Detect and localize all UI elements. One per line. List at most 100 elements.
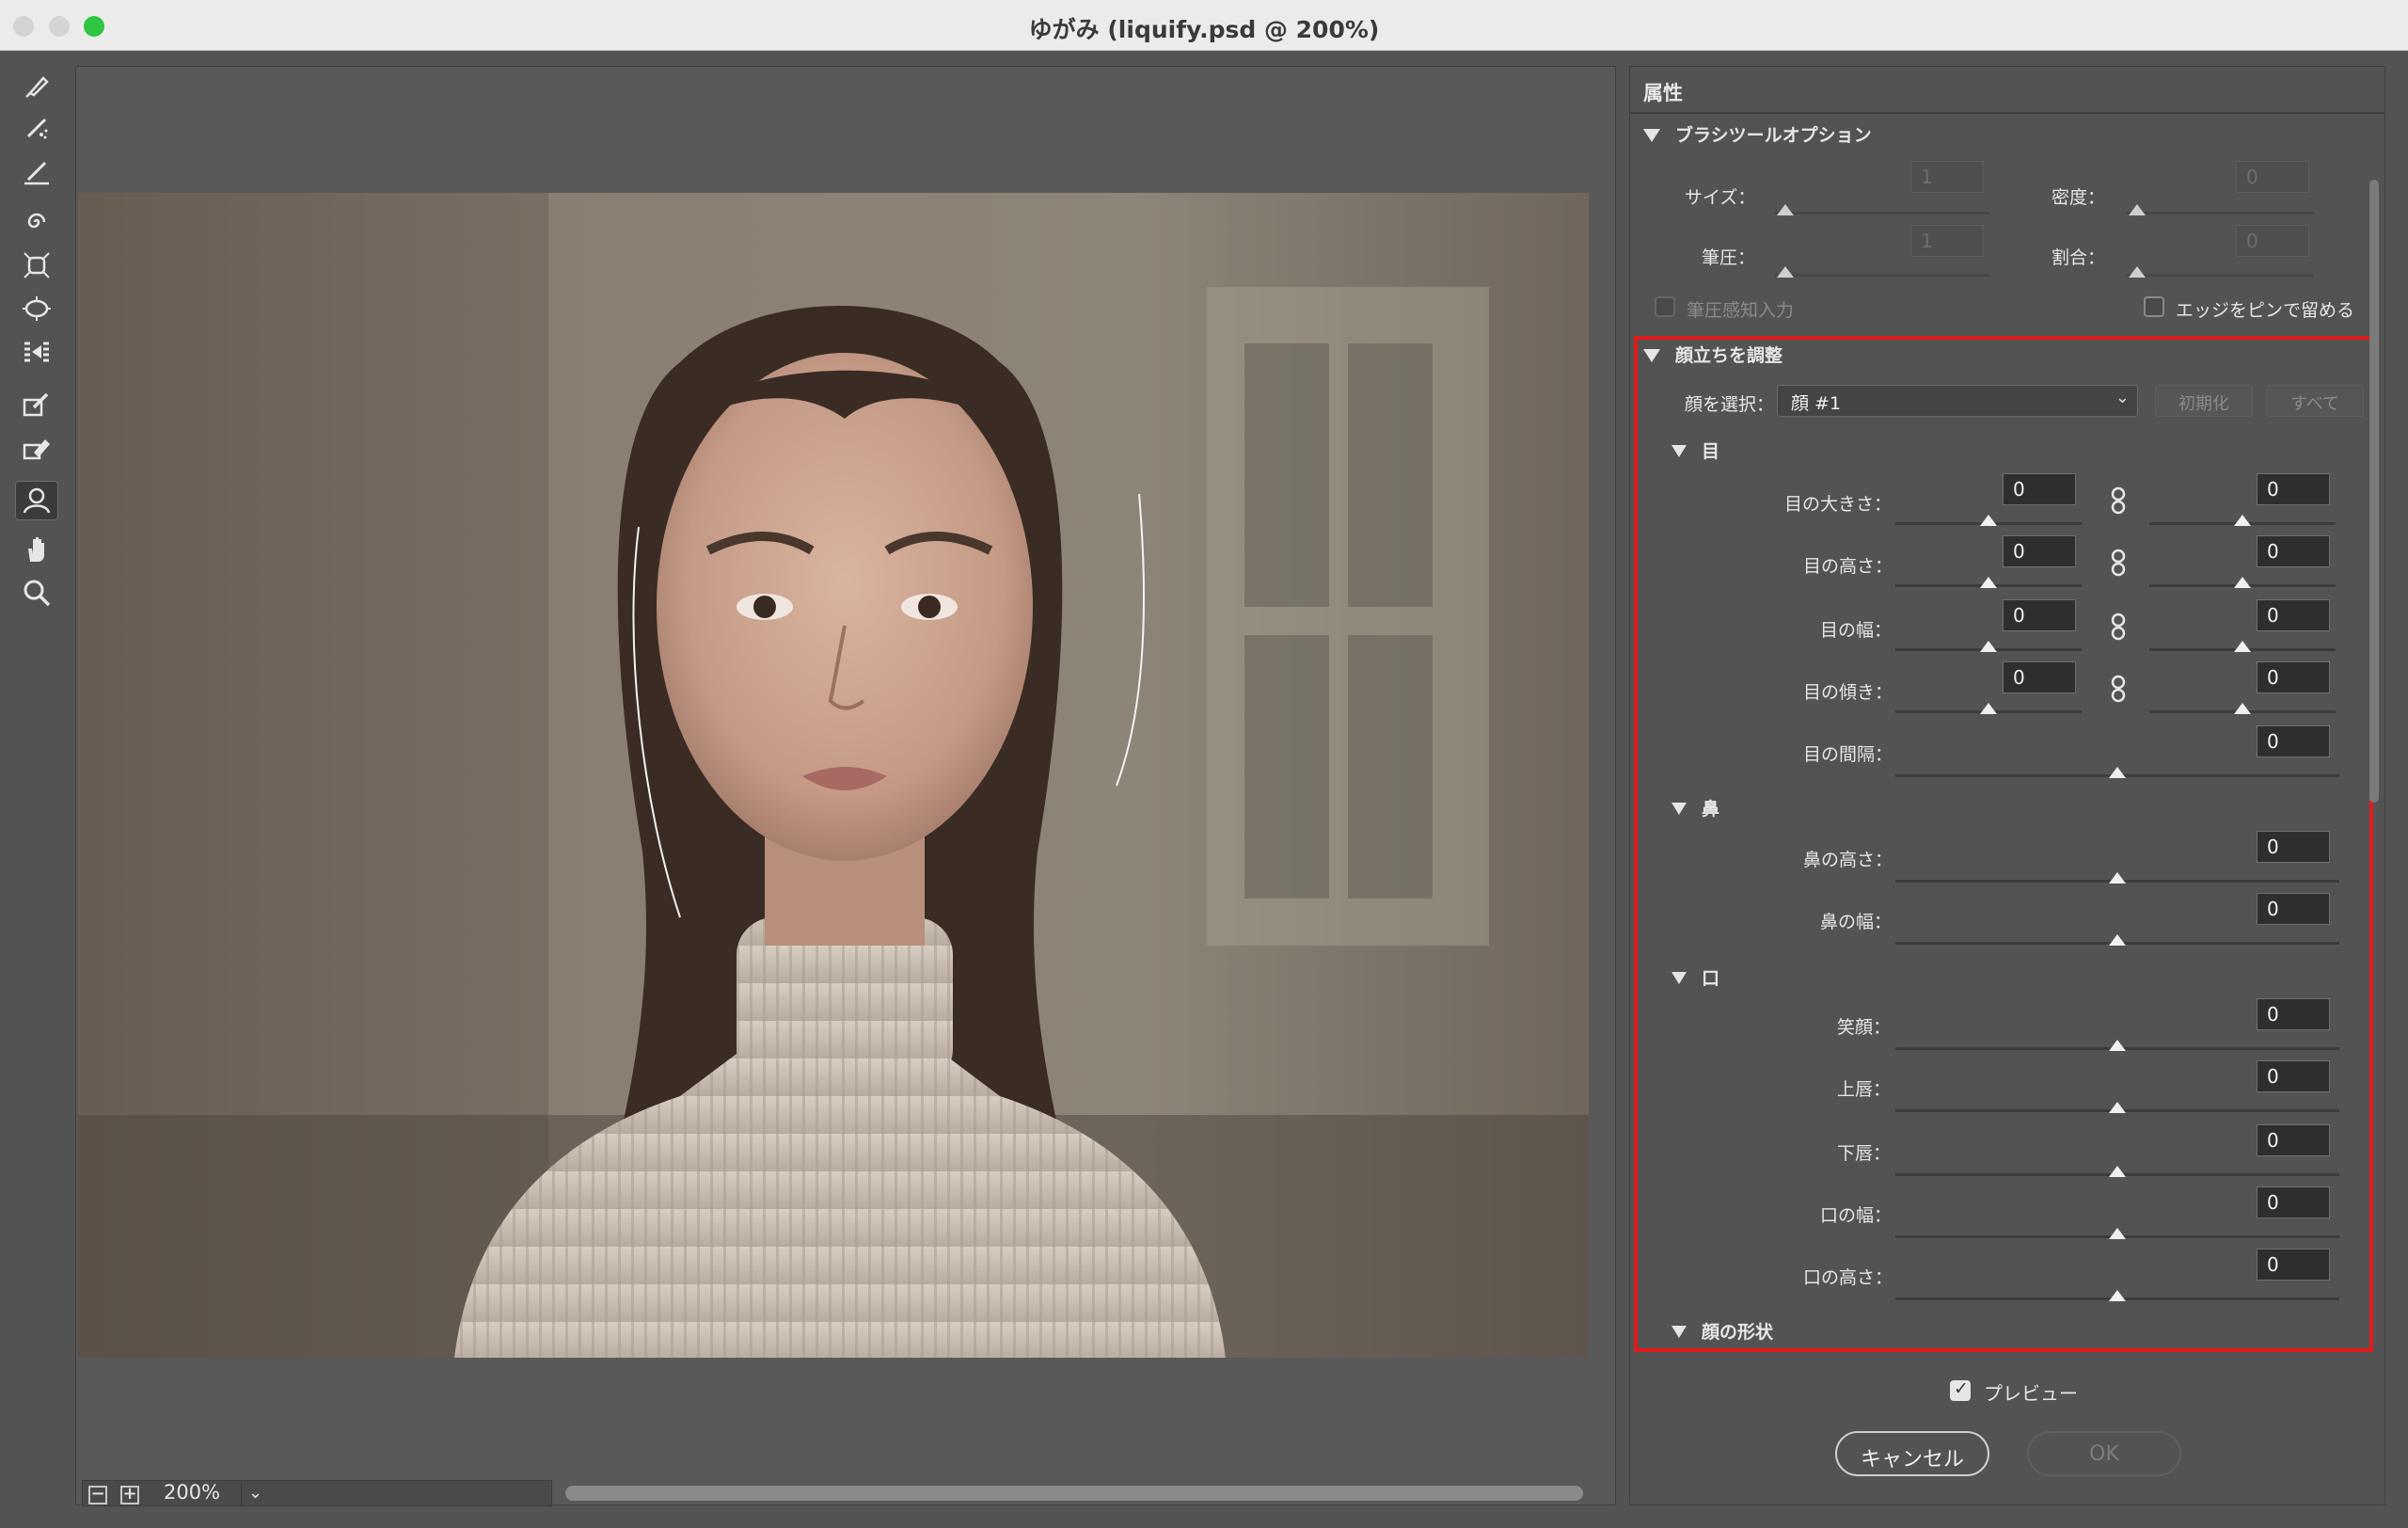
rate-label: 割合： <box>2052 247 2106 268</box>
pin-edges-checkbox[interactable] <box>2144 296 2164 317</box>
density-slider[interactable] <box>2127 212 2313 215</box>
eye-distance-input[interactable]: 0 <box>2257 725 2330 757</box>
eye-width-right-thumb[interactable] <box>2234 641 2251 652</box>
eye-width-left-input[interactable]: 0 <box>2003 599 2076 631</box>
face-select-dropdown[interactable]: 顔 #1 ⌄ <box>1777 385 2138 417</box>
pressure-slider[interactable] <box>1775 274 1989 277</box>
smile-thumb[interactable] <box>2109 1040 2126 1051</box>
size-slider-thumb[interactable] <box>1777 204 1794 215</box>
preview-checkbox[interactable] <box>1950 1378 1971 1401</box>
bloat-icon <box>23 296 51 321</box>
eye-tilt-right-thumb[interactable] <box>2234 703 2251 714</box>
link-icon[interactable] <box>2108 675 2129 703</box>
smooth-tool[interactable] <box>15 151 58 191</box>
size-slider[interactable] <box>1775 212 1989 215</box>
mouth-height-input[interactable]: 0 <box>2257 1249 2330 1281</box>
face-shape-title[interactable]: 顔の形状 <box>1702 1318 1773 1344</box>
eyes-title[interactable]: 目 <box>1702 438 1719 463</box>
push-left-tool[interactable] <box>15 332 58 372</box>
face-shape-collapse-icon[interactable] <box>1671 1326 1687 1338</box>
rate-slider-thumb[interactable] <box>2129 266 2146 278</box>
lower-lip-input[interactable]: 0 <box>2257 1124 2330 1156</box>
link-icon[interactable] <box>2108 613 2129 641</box>
face-select-label: 顔を選択： <box>1685 394 1775 415</box>
panel-scroll-thumb[interactable] <box>2369 180 2379 803</box>
nose-width-label: 鼻の幅： <box>1820 912 1893 932</box>
zoom-out-button[interactable]: − <box>88 1486 107 1504</box>
eye-size-right-input[interactable]: 0 <box>2257 473 2330 505</box>
face-tool[interactable] <box>15 481 58 520</box>
eye-distance-thumb[interactable] <box>2109 767 2126 778</box>
mouth-title[interactable]: 口 <box>1702 964 1719 990</box>
thaw-mask-icon <box>23 439 50 460</box>
freeze-mask-tool[interactable] <box>15 385 58 424</box>
mouth-width-thumb[interactable] <box>2109 1228 2126 1239</box>
horizontal-scroll-thumb[interactable] <box>565 1486 1583 1501</box>
size-label: サイズ： <box>1685 187 1756 208</box>
eyes-collapse-icon[interactable] <box>1671 445 1687 457</box>
mouth-collapse-icon[interactable] <box>1671 972 1687 984</box>
nose-width-thumb[interactable] <box>2109 934 2126 946</box>
chevron-down-icon: ⌄ <box>2115 388 2130 407</box>
hand-tool[interactable] <box>15 530 58 569</box>
density-slider-thumb[interactable] <box>2129 204 2146 215</box>
eye-width-right-input[interactable]: 0 <box>2257 599 2330 631</box>
portrait-photo[interactable] <box>78 193 1589 1358</box>
nose-title[interactable]: 鼻 <box>1702 795 1719 820</box>
link-icon[interactable] <box>2108 486 2129 515</box>
all-button[interactable]: すべて <box>2266 385 2364 417</box>
eye-height-right-input[interactable]: 0 <box>2257 535 2330 567</box>
link-icon[interactable] <box>2108 549 2129 577</box>
face-adjust-collapse-icon[interactable] <box>1643 349 1660 362</box>
forward-warp-tool[interactable] <box>15 65 58 104</box>
face-adjust-title[interactable]: 顔立ちを調整 <box>1675 342 1782 367</box>
horizontal-scrollbar[interactable] <box>565 1486 1583 1501</box>
bloat-tool[interactable] <box>15 289 58 328</box>
nose-width-input[interactable]: 0 <box>2257 893 2330 925</box>
upper-lip-input[interactable]: 0 <box>2257 1060 2330 1092</box>
reconstruct-tool[interactable] <box>15 108 58 148</box>
ok-button[interactable]: OK <box>2027 1431 2181 1476</box>
pressure-input[interactable]: 1 <box>1910 225 1984 257</box>
zoom-in-button[interactable]: + <box>120 1486 139 1504</box>
rate-input[interactable]: 0 <box>2236 225 2309 257</box>
brush-options-collapse-icon[interactable] <box>1643 129 1660 142</box>
reset-button[interactable]: 初期化 <box>2155 385 2253 417</box>
eye-size-left-thumb[interactable] <box>1980 515 1997 526</box>
eye-size-right-thumb[interactable] <box>2234 515 2251 526</box>
zoom-tool[interactable] <box>15 573 58 613</box>
pressure-slider-thumb[interactable] <box>1777 266 1794 278</box>
rate-slider[interactable] <box>2127 274 2313 277</box>
smile-input[interactable]: 0 <box>2257 998 2330 1030</box>
eye-height-left-input[interactable]: 0 <box>2003 535 2076 567</box>
cancel-button[interactable]: キャンセル <box>1835 1431 1989 1476</box>
nose-height-input[interactable]: 0 <box>2257 831 2330 863</box>
eye-height-left-thumb[interactable] <box>1980 577 1997 588</box>
panel-header: 属性 <box>1630 67 2384 114</box>
thaw-mask-tool[interactable] <box>15 428 58 468</box>
lower-lip-thumb[interactable] <box>2109 1166 2126 1177</box>
eye-tilt-left-input[interactable]: 0 <box>2003 661 2076 693</box>
eye-size-left-input[interactable]: 0 <box>2003 473 2076 505</box>
panel-scrollbar[interactable] <box>2368 114 2381 1356</box>
zoom-level[interactable]: 200% <box>164 1481 220 1504</box>
density-input[interactable]: 0 <box>2236 161 2309 193</box>
upper-lip-thumb[interactable] <box>2109 1102 2126 1113</box>
eye-tilt-right-input[interactable]: 0 <box>2257 661 2330 693</box>
size-input[interactable]: 1 <box>1910 161 1984 193</box>
twirl-tool[interactable] <box>15 202 58 242</box>
mouth-height-thumb[interactable] <box>2109 1290 2126 1301</box>
stylus-pressure-checkbox[interactable] <box>1655 296 1675 317</box>
eye-tilt-left-thumb[interactable] <box>1980 703 1997 714</box>
brush-options-title[interactable]: ブラシツールオプション <box>1675 121 1872 147</box>
nose-collapse-icon[interactable] <box>1671 803 1687 815</box>
eye-width-left-thumb[interactable] <box>1980 641 1997 652</box>
zoom-dropdown-icon[interactable]: ⌄ <box>241 1483 269 1505</box>
nose-height-thumb[interactable] <box>2109 872 2126 883</box>
density-label: 密度： <box>2052 187 2106 208</box>
canvas-area[interactable]: − + 200% ⌄ <box>75 66 1616 1506</box>
eye-height-right-thumb[interactable] <box>2234 577 2251 588</box>
mouth-width-input[interactable]: 0 <box>2257 1186 2330 1218</box>
upper-lip-label: 上唇： <box>1837 1079 1892 1100</box>
pucker-tool[interactable] <box>15 246 58 285</box>
